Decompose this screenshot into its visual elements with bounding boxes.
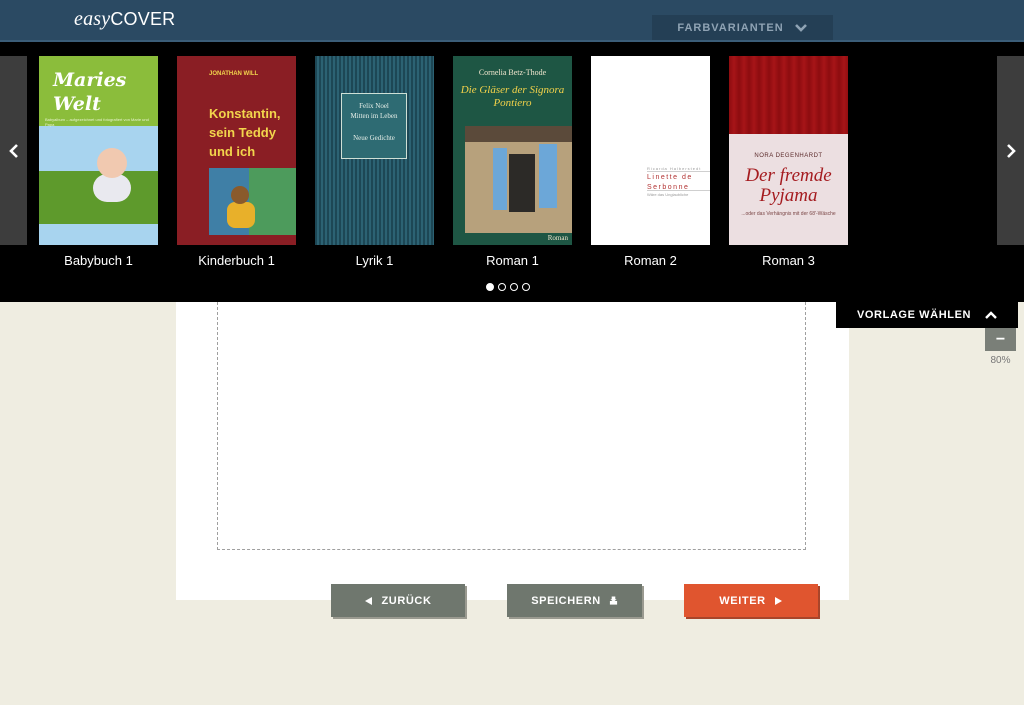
chevron-down-icon — [794, 23, 807, 32]
logo-easy: easy — [74, 8, 111, 30]
template-thumbnail: NORA DEGENHARDT Der fremde Pyjama ...ode… — [729, 56, 848, 245]
next-button[interactable]: WEITER — [684, 584, 818, 617]
cover-author: JONATHAN WILL — [209, 71, 259, 77]
template-roman-3[interactable]: NORA DEGENHARDT Der fremde Pyjama ...ode… — [729, 56, 848, 268]
zoom-level: 80% — [990, 355, 1011, 366]
cover-title: Maries Welt — [53, 69, 127, 115]
template-gallery: Maries Welt Babyalbum – aufgezeichnet un… — [0, 42, 1024, 302]
cover-author: Cornelia Betz-Thode — [478, 68, 547, 77]
template-label: Kinderbuch 1 — [198, 253, 275, 268]
triangle-right-icon — [774, 596, 782, 605]
pagination-dot-3[interactable] — [510, 283, 518, 291]
next-label: WEITER — [719, 594, 766, 607]
choose-template-label: VORLAGE WÄHLEN — [856, 309, 972, 321]
choose-template-button[interactable]: VORLAGE WÄHLEN — [836, 302, 1018, 328]
template-thumbnail: Maries Welt Babyalbum – aufgezeichnet un… — [39, 56, 158, 245]
cover-genre: Roman — [547, 234, 568, 242]
pagination-dot-4[interactable] — [522, 283, 530, 291]
chevron-left-icon — [8, 143, 18, 158]
template-roman-2[interactable]: Ricarda Halberstedt Linette de Serbonne … — [591, 56, 710, 268]
gallery-next-button[interactable] — [997, 56, 1024, 245]
template-thumbnail: JONATHAN WILL Konstantin, sein Teddy und… — [177, 56, 296, 245]
cover-canvas — [176, 302, 849, 600]
template-label: Roman 3 — [762, 253, 815, 268]
cover-author: NORA DEGENHARDT — [754, 153, 823, 159]
pagination-dot-2[interactable] — [498, 283, 506, 291]
cover-title: Der fremde Pyjama — [745, 165, 832, 206]
cover-title: Die Gläser der Signora Pontiero — [460, 84, 565, 109]
template-label: Lyrik 1 — [355, 253, 394, 268]
save-button[interactable]: SPEICHERN — [507, 584, 642, 617]
save-icon — [609, 596, 617, 605]
template-babybuch-1[interactable]: Maries Welt Babyalbum – aufgezeichnet un… — [39, 56, 158, 268]
cover-title: Konstantin, sein Teddy und ich — [209, 106, 281, 159]
gallery-pagination — [486, 283, 530, 291]
template-roman-1[interactable]: Cornelia Betz-Thode Die Gläser der Signo… — [453, 56, 572, 268]
triangle-left-icon — [365, 596, 373, 605]
template-lyrik-1[interactable]: Felix Noel Mitten im Leben Neue Gedichte… — [315, 56, 434, 268]
logo-cover: COVER — [110, 9, 176, 29]
cover-subtitle: Babyalbum – aufgezeichnet und fotografie… — [45, 117, 149, 127]
back-label: ZURÜCK — [381, 594, 432, 607]
pagination-dot-1[interactable] — [486, 283, 494, 291]
template-thumbnail: Cornelia Betz-Thode Die Gläser der Signo… — [453, 56, 572, 245]
cover-subtitle: ...oder das Verhängnis mit der 68'-Wäsch… — [741, 211, 836, 217]
app-header: easyCOVER FARBVARIANTEN — [0, 0, 1024, 42]
back-button[interactable]: ZURÜCK — [331, 584, 465, 617]
template-kinderbuch-1[interactable]: JONATHAN WILL Konstantin, sein Teddy und… — [177, 56, 296, 268]
color-variants-label: FARBVARIANTEN — [677, 21, 784, 34]
zoom-out-button[interactable]: − — [985, 328, 1016, 351]
gallery-prev-button[interactable] — [0, 56, 27, 245]
color-variants-button[interactable]: FARBVARIANTEN — [652, 15, 833, 40]
cover-edit-area[interactable] — [217, 302, 806, 550]
chevron-up-icon — [985, 311, 997, 319]
cover-subtitle: Wäre das Unglaubliche — [647, 192, 689, 197]
template-thumbnail: Felix Noel Mitten im Leben Neue Gedichte — [315, 56, 434, 245]
easycover-logo[interactable]: easyCOVER — [74, 8, 175, 31]
cover-subtitle: Neue Gedichte — [353, 134, 395, 142]
template-thumbnail: Ricarda Halberstedt Linette de Serbonne … — [591, 56, 710, 245]
template-label: Roman 1 — [486, 253, 539, 268]
chevron-right-icon — [1006, 143, 1016, 158]
cover-author: Felix Noel — [359, 102, 389, 110]
template-label: Roman 2 — [624, 253, 677, 268]
cover-title: Mitten im Leben — [350, 112, 398, 120]
save-label: SPEICHERN — [531, 594, 601, 607]
template-label: Babybuch 1 — [64, 253, 133, 268]
